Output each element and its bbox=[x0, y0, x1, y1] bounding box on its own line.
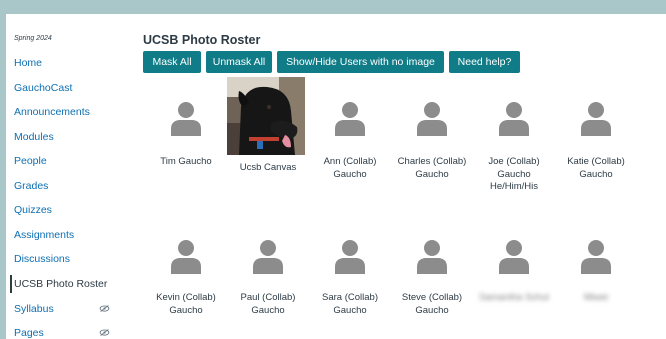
roster-card[interactable]: Sara (Collab) Gaucho bbox=[307, 238, 393, 317]
student-name: Sara (Collab) Gaucho bbox=[322, 292, 378, 316]
default-avatar-icon bbox=[581, 102, 611, 136]
nav-grades[interactable]: Grades bbox=[14, 179, 48, 193]
page-title: UCSB Photo Roster bbox=[143, 33, 261, 48]
student-name: Steve (Collab) Gaucho bbox=[401, 292, 463, 316]
roster-card[interactable]: Miwei bbox=[553, 238, 639, 305]
nav-syllabus[interactable]: Syllabus bbox=[14, 302, 54, 316]
default-avatar-icon bbox=[499, 240, 529, 274]
course-navigation: Spring 2024 Home GauchoCast Announcement… bbox=[6, 14, 124, 339]
nav-pages[interactable]: Pages bbox=[14, 326, 44, 339]
student-name-blurred: Miwei bbox=[583, 292, 609, 303]
dog-photo-image bbox=[227, 77, 305, 155]
unmask-all-button[interactable]: Unmask All bbox=[206, 51, 272, 73]
nav-gauchocast[interactable]: GauchoCast bbox=[14, 81, 72, 95]
roster-card[interactable]: Tim Gaucho bbox=[143, 100, 229, 169]
roster-card[interactable]: Ann (Collab) Gaucho bbox=[307, 100, 393, 181]
student-name-blurred: Samantha Schul bbox=[479, 292, 549, 303]
canvas-app-window: Spring 2024 Home GauchoCast Announcement… bbox=[6, 14, 666, 339]
student-name: Ann (Collab) Gaucho bbox=[323, 156, 377, 180]
default-avatar-icon bbox=[499, 102, 529, 136]
student-name: Katie (Collab) Gaucho bbox=[567, 156, 625, 180]
nav-home[interactable]: Home bbox=[14, 56, 42, 70]
term-label: Spring 2024 bbox=[14, 35, 52, 42]
default-avatar-icon bbox=[335, 102, 365, 136]
need-help-button[interactable]: Need help? bbox=[449, 51, 520, 73]
nav-people[interactable]: People bbox=[14, 154, 47, 168]
default-avatar-icon bbox=[253, 240, 283, 274]
show-hide-no-image-button[interactable]: Show/Hide Users with no image bbox=[277, 51, 444, 73]
active-nav-indicator bbox=[10, 275, 12, 293]
roster-card[interactable]: Samantha Schul bbox=[471, 238, 557, 305]
student-name: Kevin (Collab) Gaucho bbox=[156, 292, 216, 316]
nav-modules[interactable]: Modules bbox=[14, 130, 54, 144]
roster-card[interactable]: Kevin (Collab) Gaucho bbox=[143, 238, 229, 317]
student-name: Tim Gaucho bbox=[160, 156, 212, 167]
roster-card[interactable]: Joe (Collab) Gaucho He/Him/His bbox=[471, 100, 557, 194]
student-name: Joe (Collab) Gaucho He/Him/His bbox=[488, 156, 540, 192]
roster-card[interactable]: Paul (Collab) Gaucho bbox=[225, 238, 311, 317]
nav-discussions[interactable]: Discussions bbox=[14, 252, 70, 266]
nav-assignments[interactable]: Assignments bbox=[14, 228, 74, 242]
default-avatar-icon bbox=[417, 102, 447, 136]
main-content: UCSB Photo Roster Mask All Unmask All Sh… bbox=[143, 14, 666, 339]
roster-card[interactable]: Charles (Collab) Gaucho bbox=[389, 100, 475, 181]
default-avatar-icon bbox=[171, 240, 201, 274]
profile-photo[interactable] bbox=[227, 77, 305, 155]
default-avatar-icon bbox=[171, 102, 201, 136]
student-name: Paul (Collab) Gaucho bbox=[240, 292, 296, 316]
roster-card[interactable]: Katie (Collab) Gaucho bbox=[553, 100, 639, 181]
student-name: Ucsb Canvas bbox=[239, 162, 297, 173]
default-avatar-icon bbox=[335, 240, 365, 274]
default-avatar-icon bbox=[417, 240, 447, 274]
roster-card[interactable]: Steve (Collab) Gaucho bbox=[389, 238, 475, 317]
nav-quizzes[interactable]: Quizzes bbox=[14, 203, 52, 217]
mask-all-button[interactable]: Mask All bbox=[143, 51, 201, 73]
nav-announcements[interactable]: Announcements bbox=[14, 105, 90, 119]
roster-card[interactable]: Ucsb Canvas bbox=[225, 162, 311, 175]
eye-slash-icon bbox=[99, 305, 110, 312]
default-avatar-icon bbox=[581, 240, 611, 274]
eye-slash-icon bbox=[99, 329, 110, 336]
nav-ucsb-photo-roster[interactable]: UCSB Photo Roster bbox=[14, 277, 107, 291]
student-name: Charles (Collab) Gaucho bbox=[397, 156, 467, 180]
